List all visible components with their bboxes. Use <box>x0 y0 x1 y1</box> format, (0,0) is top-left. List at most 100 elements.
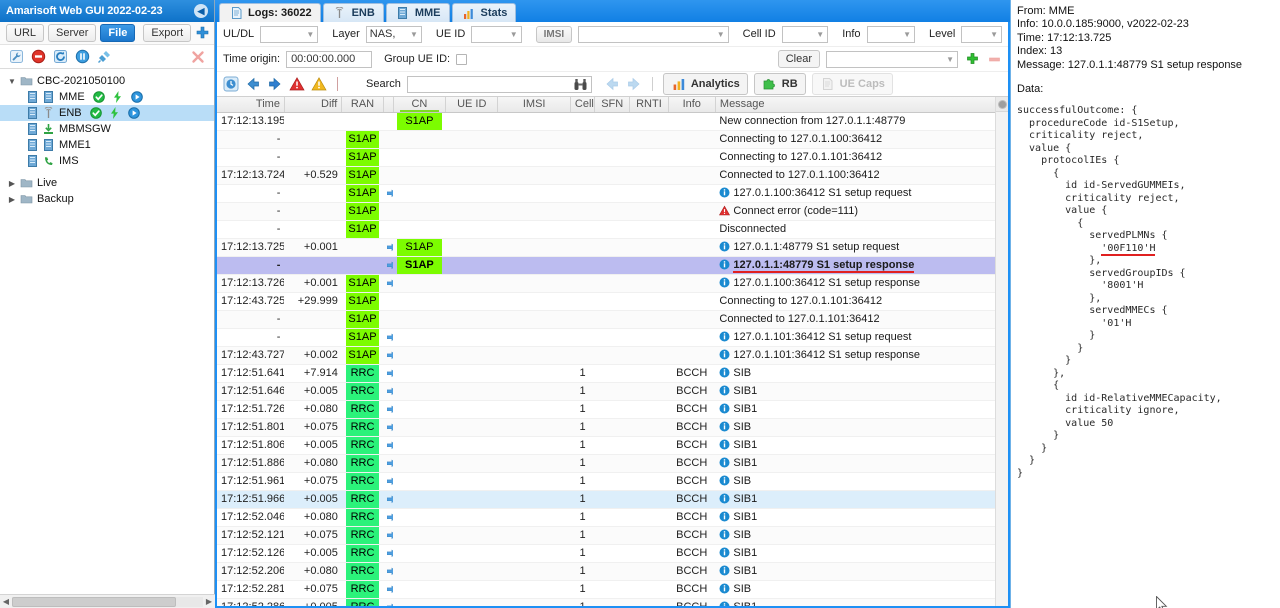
table-row[interactable]: - S1AP Connect error (code=111) <box>217 202 1008 221</box>
tree-item-mme1[interactable]: MME1 <box>0 137 214 153</box>
expand-triangle-icon[interactable]: ▶ <box>6 195 18 204</box>
col-sfn[interactable]: SFN <box>594 97 631 113</box>
warning-yellow-icon[interactable] <box>311 76 327 92</box>
table-row[interactable]: - S1AP 127.0.1.1:48779 S1 setup response <box>217 256 1008 275</box>
table-row[interactable]: 17:12:52.126 +0.005 RRC 1 BCCH SIB1 <box>217 544 1008 563</box>
table-row[interactable]: 17:12:52.121 +0.075 RRC 1 BCCH SIB <box>217 526 1008 545</box>
tree-item-cbc[interactable]: ▼ CBC-2021050100 <box>0 73 214 89</box>
scroll-right-arrow-icon[interactable]: ▶ <box>203 597 215 606</box>
table-row[interactable]: 17:12:13.724 +0.529 S1AP Connected to 127.0… <box>217 166 1008 185</box>
rb-button[interactable]: RB <box>753 73 806 95</box>
table-row[interactable]: - S1AP Connecting to 127.0.1.100:36412 <box>217 130 1008 149</box>
col-info[interactable]: Info <box>668 97 716 113</box>
col-imsi[interactable]: IMSI <box>497 97 571 113</box>
scroll-button[interactable] <box>996 97 1008 112</box>
check-green-icon[interactable] <box>91 89 107 105</box>
server-button[interactable]: Server <box>48 24 97 42</box>
sidebar-horizontal-scrollbar[interactable]: ◀ ▶ <box>0 594 215 608</box>
file-button[interactable]: File <box>100 24 136 42</box>
play-blue-icon[interactable] <box>129 89 145 105</box>
plug-icon[interactable] <box>96 49 112 65</box>
close-red-icon[interactable] <box>190 49 206 65</box>
layer-select[interactable]: NAS, ▼ <box>365 25 422 43</box>
bolt-green-icon[interactable] <box>110 89 126 105</box>
analytics-button[interactable]: Analytics <box>662 73 748 95</box>
arrow-right-disabled-icon[interactable] <box>626 76 642 92</box>
chevron-left-icon[interactable]: ◀ <box>194 4 208 18</box>
table-row[interactable]: 17:12:52.206 +0.080 RRC 1 BCCH SIB1 <box>217 562 1008 581</box>
col-ran[interactable]: RAN <box>341 97 384 113</box>
scroll-thumb[interactable] <box>12 596 177 607</box>
plus-green-icon[interactable] <box>964 51 980 67</box>
plus-blue-icon[interactable] <box>195 25 209 41</box>
table-row[interactable]: 17:12:13.195 S1AP New connection from 127.… <box>217 112 1008 131</box>
clock-icon[interactable] <box>223 76 239 92</box>
table-vertical-scrollbar[interactable] <box>995 97 1008 606</box>
pause-icon[interactable] <box>74 49 90 65</box>
group-ueid-checkbox[interactable] <box>456 53 468 65</box>
col-message[interactable]: Message <box>715 97 1008 113</box>
info-select[interactable]: ▼ <box>866 25 915 43</box>
table-row[interactable]: 17:12:13.725 +0.001 S1AP 127.0.1.1:48779 S1… <box>217 238 1008 257</box>
ueid-select[interactable]: ▼ <box>471 25 522 43</box>
table-row[interactable]: 17:12:51.966 +0.005 RRC 1 BCCH SIB1 <box>217 490 1008 509</box>
binoculars-icon[interactable] <box>573 77 589 93</box>
scroll-track[interactable] <box>12 596 203 607</box>
stop-icon[interactable] <box>30 49 46 65</box>
imsi-button[interactable]: IMSI <box>535 25 573 43</box>
tab-enb[interactable]: ENB <box>322 3 384 22</box>
tree-item-live[interactable]: ▶ Live <box>0 175 214 191</box>
table-row[interactable]: 17:12:51.886 +0.080 RRC 1 BCCH SIB1 <box>217 454 1008 473</box>
tree-item-mbmsgw[interactable]: MBMSGW <box>0 121 214 137</box>
table-row[interactable]: - S1AP Connecting to 127.0.1.101:36412 <box>217 148 1008 167</box>
col-direction[interactable] <box>383 97 394 113</box>
search-input[interactable] <box>406 75 592 93</box>
expand-triangle-icon[interactable]: ▼ <box>6 77 18 86</box>
warning-red-icon[interactable] <box>289 76 305 92</box>
table-row[interactable]: - S1AP Disconnected <box>217 220 1008 239</box>
table-row[interactable]: 17:12:52.046 +0.080 RRC 1 BCCH SIB1 <box>217 508 1008 527</box>
table-row[interactable]: 17:12:43.725 +29.999 S1AP Connecting to 127… <box>217 292 1008 311</box>
level-select[interactable]: ▼ <box>961 25 1003 43</box>
arrow-right-blue-icon[interactable] <box>267 76 283 92</box>
tab-stats[interactable]: Stats <box>451 3 517 22</box>
table-row[interactable]: 17:12:51.961 +0.075 RRC 1 BCCH SIB <box>217 472 1008 491</box>
table-row[interactable]: 17:12:51.641 +7.914 RRC 1 BCCH SIB <box>217 364 1008 383</box>
minus-red-icon[interactable] <box>986 51 1002 67</box>
col-rnti[interactable]: RNTI <box>629 97 669 113</box>
scroll-left-arrow-icon[interactable]: ◀ <box>0 597 12 606</box>
bolt-green-icon[interactable] <box>107 105 123 121</box>
wrench-icon[interactable] <box>8 49 24 65</box>
time-origin-input[interactable]: 00:00:00.000 <box>286 50 373 68</box>
col-diff[interactable]: Diff <box>284 97 343 113</box>
tree-item-ims[interactable]: IMS <box>0 153 214 169</box>
export-button[interactable]: Export <box>143 24 192 42</box>
tab-mme[interactable]: MME <box>385 3 450 22</box>
col-time[interactable]: Time <box>217 97 285 113</box>
clear-button[interactable]: Clear <box>777 50 820 68</box>
col-cn[interactable]: CN <box>393 97 447 113</box>
table-row[interactable]: 17:12:51.801 +0.075 RRC 1 BCCH SIB <box>217 418 1008 437</box>
table-row[interactable]: 17:12:52.281 +0.075 RRC 1 BCCH SIB <box>217 580 1008 599</box>
tab-logs[interactable]: Logs: 36022 <box>219 3 321 22</box>
table-row[interactable]: 17:12:52.286 +0.005 RRC 1 BCCH SIB1 <box>217 598 1008 606</box>
play-blue-icon[interactable] <box>126 105 142 121</box>
arrow-left-disabled-icon[interactable] <box>604 76 620 92</box>
tree-item-mme[interactable]: MME <box>0 89 214 105</box>
col-ue-id[interactable]: UE ID <box>445 97 499 113</box>
table-row[interactable]: 17:12:51.726 +0.080 RRC 1 BCCH SIB1 <box>217 400 1008 419</box>
cellid-select[interactable]: ▼ <box>781 25 829 43</box>
tree-item-backup[interactable]: ▶ Backup <box>0 191 214 207</box>
ue-caps-button[interactable]: UE Caps <box>811 73 893 95</box>
imsi-select[interactable]: ▼ <box>578 25 729 43</box>
arrow-left-blue-icon[interactable] <box>245 76 261 92</box>
table-row[interactable]: - S1AP 127.0.1.100:36412 S1 setup request <box>217 184 1008 203</box>
tree-item-enb[interactable]: ENB <box>0 105 214 121</box>
table-row[interactable]: 17:12:51.806 +0.005 RRC 1 BCCH SIB1 <box>217 436 1008 455</box>
expand-triangle-icon[interactable]: ▶ <box>6 179 18 188</box>
uldl-select[interactable]: ▼ <box>260 25 319 43</box>
check-green-icon[interactable] <box>88 105 104 121</box>
refresh-icon[interactable] <box>52 49 68 65</box>
col-cell[interactable]: Cell <box>570 97 596 113</box>
url-button[interactable]: URL <box>6 24 45 42</box>
